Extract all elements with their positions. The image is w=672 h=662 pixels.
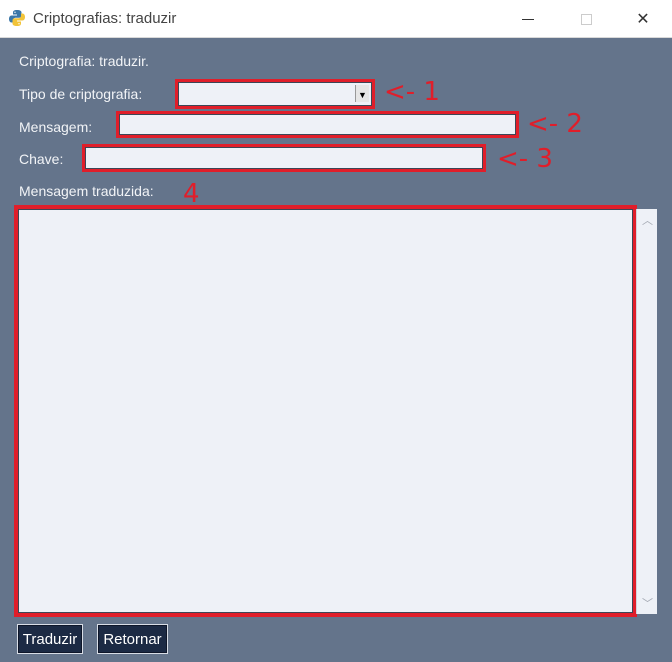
close-icon: ✕ bbox=[636, 11, 650, 28]
form-heading: Criptografia: traduzir. bbox=[19, 53, 149, 69]
annotation-3: <- 3 bbox=[497, 144, 553, 174]
form-panel: Criptografia: traduzir. Tipo de criptogr… bbox=[0, 38, 672, 662]
dropdown-arrow-icon[interactable]: ▼ bbox=[355, 85, 369, 102]
message-input[interactable] bbox=[116, 111, 519, 138]
message-label: Mensagem: bbox=[19, 119, 93, 135]
type-combobox[interactable]: ▼ bbox=[175, 79, 375, 109]
minimize-button[interactable] bbox=[505, 0, 551, 38]
title-bar: Criptografias: traduzir ✕ bbox=[0, 0, 672, 38]
key-label: Chave: bbox=[19, 151, 64, 167]
annotation-2: <- 2 bbox=[527, 109, 583, 139]
translate-button[interactable]: Traduzir bbox=[17, 624, 83, 654]
window-title: Criptografias: traduzir bbox=[33, 10, 177, 27]
maximize-icon bbox=[580, 13, 592, 25]
minimize-icon bbox=[522, 18, 534, 20]
python-logo-icon bbox=[9, 10, 25, 26]
annotation-4: 4 bbox=[183, 179, 200, 209]
close-button[interactable]: ✕ bbox=[620, 0, 666, 38]
type-label: Tipo de criptografia: bbox=[19, 86, 143, 102]
vertical-scrollbar[interactable]: ︿ ﹀ bbox=[636, 209, 657, 614]
scroll-up-icon[interactable]: ︿ bbox=[637, 211, 658, 229]
translated-label: Mensagem traduzida: bbox=[19, 183, 154, 199]
key-input[interactable] bbox=[82, 144, 486, 172]
translated-output[interactable] bbox=[14, 205, 637, 617]
scroll-down-icon[interactable]: ﹀ bbox=[637, 594, 658, 612]
back-button[interactable]: Retornar bbox=[97, 624, 168, 654]
maximize-button[interactable] bbox=[563, 0, 609, 38]
annotation-1: <- 1 bbox=[384, 77, 440, 107]
